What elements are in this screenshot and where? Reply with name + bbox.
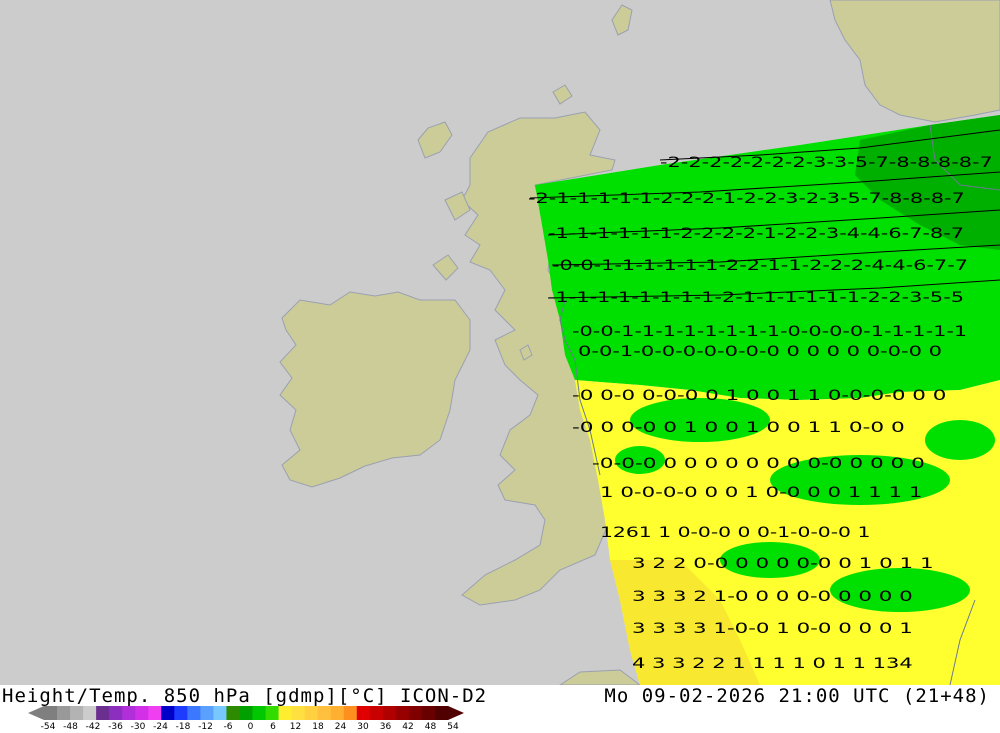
- contour-label-row: -1-1-1-1-1-1-1-1-2-1-1-1-1-1-1-2-2-3-5-5: [548, 290, 964, 306]
- contour-label-row: 1261 1 0-0-0 0 0-1-0-0-0 1: [600, 525, 870, 541]
- legend-swatch: [83, 706, 97, 720]
- legend-swatch: [226, 706, 240, 720]
- legend-swatch: [135, 706, 149, 720]
- legend-ticks: -54 -48 -42 -36 -30 -24 -18 -12 -6 0 6 12 18 24 30 36 42…: [28, 722, 468, 733]
- contour-label-row: 4 3 3 2 2 1 1 1 1 0 1 1 134: [632, 656, 913, 672]
- legend-swatch: [278, 706, 293, 720]
- legend-tick-label: 0: [247, 722, 254, 732]
- legend-swatch: [356, 706, 371, 720]
- legend-tick-label: -12: [198, 722, 213, 732]
- contour-label-row: -0 0-0 0-0-0 0 1 0 0 1 1 0-0-0-0 0 0: [572, 388, 946, 404]
- legend-swatch: [148, 706, 162, 720]
- legend-swatch: [161, 706, 175, 720]
- legend-swatch: [174, 706, 188, 720]
- legend-swatch: [252, 706, 267, 720]
- legend-tick-label: 24: [334, 722, 347, 732]
- legend-arrow-left: [28, 706, 44, 720]
- contour-label-row: 3 2 2 0-0 0 0 0 0-0 0 1 0 1 1: [632, 556, 934, 572]
- legend-tick-label: -42: [85, 722, 101, 732]
- legend-swatch: [239, 706, 254, 720]
- legend-swatch: [122, 706, 136, 720]
- legend-swatch: [265, 706, 280, 720]
- legend-tick-label: -48: [63, 722, 78, 732]
- legend-swatch: [109, 706, 123, 720]
- contour-label-row: -1-1-1-1-1-1-2-2-2-2-1-2-2-3-4-4-6-7-8-7: [548, 226, 964, 242]
- contour-label-row: -2-2-2-2-2-2-2-3-3-5-7-8-8-8-8-7: [660, 155, 993, 171]
- legend-tick-label: 48: [424, 722, 437, 732]
- legend-tick-label: -36: [108, 722, 123, 732]
- weather-map: -2-2-2-2-2-2-2-3-3-5-7-8-8-8-8-7 -2-1-1-1…: [0, 0, 1000, 686]
- legend-swatch: [187, 706, 201, 720]
- contour-label-row: -0-0-1-1-1-1-1-1-2-2-1-1-2-2-2-4-4-6-7-7: [552, 258, 968, 274]
- legend-tick-label: -6: [223, 722, 233, 732]
- legend-swatch: [343, 706, 358, 720]
- legend-swatch: [57, 706, 71, 720]
- contour-label-row: 3 3 3 3 1-0-0 1 0-0 0 0 0 1: [632, 621, 913, 637]
- legend-tick-label: -24: [153, 722, 168, 732]
- legend-swatch: [395, 706, 410, 720]
- legend-swatch: [330, 706, 345, 720]
- legend-swatch: [317, 706, 332, 720]
- legend-swatch: [408, 706, 423, 720]
- color-legend: [28, 706, 464, 720]
- legend-swatch: [200, 706, 214, 720]
- product-title: Height/Temp. 850 hPa [gdmp][°C] ICON-D2: [2, 685, 488, 707]
- legend-swatch: [304, 706, 319, 720]
- contour-label-row: 3 3 3 2 1-0 0 0 0-0 0 0 0 0: [632, 589, 913, 605]
- legend-swatch: [44, 706, 58, 720]
- legend-arrow-right: [448, 706, 464, 720]
- contour-label-row: 1 0-0-0-0 0 0 1 0-0 0 0 1 1 1 1: [600, 485, 922, 501]
- footer: Height/Temp. 850 hPa [gdmp][°C] ICON-D2 …: [0, 685, 1000, 733]
- legend-tick-label: -30: [130, 722, 146, 732]
- contour-label-row: -2-1-1-1-1-1-2-2-2-1-2-2-3-2-3-5-7-8-8-8…: [528, 191, 965, 207]
- legend-swatch: [369, 706, 384, 720]
- legend-tick-label: 54: [447, 722, 459, 732]
- legend-swatch: [70, 706, 84, 720]
- contour-label-row: -0-0-1-1-1-1-1-1-1-1-0-0-0-0-1-1-1-1-1: [572, 324, 967, 340]
- legend-tick-label: 18: [312, 722, 324, 732]
- legend-tick-label: -54: [40, 722, 56, 732]
- valid-time: Mo 09-02-2026 21:00 UTC (21+48): [604, 685, 990, 707]
- legend-swatch: [213, 706, 227, 720]
- legend-tick-label: 36: [379, 722, 392, 732]
- contour-label-row: 0-0-1-0-0-0-0-0-0-0 0 0 0 0 0-0-0 0: [578, 344, 942, 360]
- legend-tick-label: 42: [402, 722, 414, 732]
- legend-swatch: [291, 706, 306, 720]
- legend-tick-label: 30: [357, 722, 369, 732]
- legend-swatch: [421, 706, 436, 720]
- legend-tick-label: 12: [289, 722, 302, 732]
- legend-tick-label: 6: [270, 722, 276, 732]
- contour-label-row: -0-0-0 0 0 0 0 0 0 0 0-0 0 0 0 0: [592, 456, 925, 472]
- legend-tick-label: -18: [175, 722, 191, 732]
- contour-label-row: -0 0 0-0 0 1 0 0 1 0 0 1 1 0-0 0: [572, 420, 905, 436]
- map-canvas: -2-2-2-2-2-2-2-3-3-5-7-8-8-8-8-7 -2-1-1-1…: [0, 0, 1000, 686]
- legend-swatch: [434, 706, 449, 720]
- legend-swatch: [382, 706, 397, 720]
- legend-swatch: [96, 706, 110, 720]
